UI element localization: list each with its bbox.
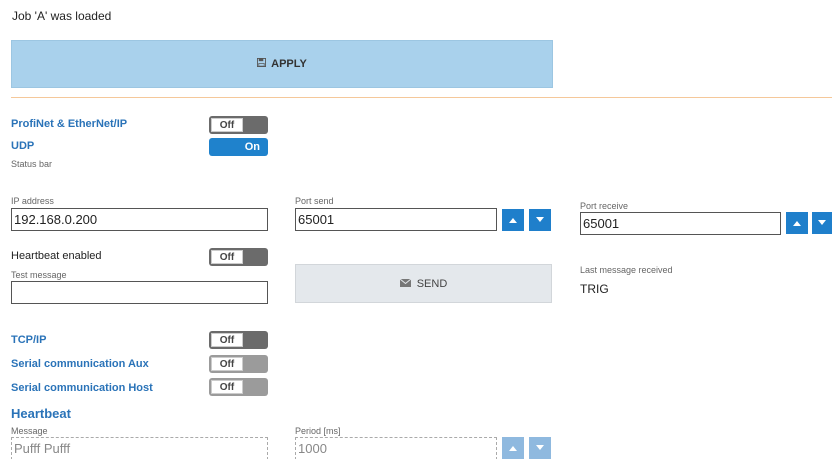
heartbeat-enabled-label: Heartbeat enabled (11, 250, 102, 262)
heartbeat-period-input[interactable] (295, 437, 497, 459)
port-receive-decrement-button[interactable] (812, 212, 832, 234)
heartbeat-enabled-toggle-state: Off (211, 250, 243, 264)
chevron-up-icon (509, 218, 517, 223)
last-message-label: Last message received (580, 265, 673, 275)
ip-address-label: IP address (11, 196, 54, 206)
port-receive-label: Port receive (580, 201, 629, 211)
udp-toggle-state: On (244, 141, 260, 153)
ip-address-input[interactable] (11, 208, 268, 231)
last-message-value: TRIG (580, 282, 609, 296)
chevron-down-icon (818, 220, 826, 225)
port-receive-input[interactable] (580, 212, 781, 235)
period-increment-button[interactable] (502, 437, 524, 459)
tcp-ip-toggle[interactable]: Off (209, 331, 268, 349)
chevron-down-icon (536, 445, 544, 450)
chevron-up-icon (793, 221, 801, 226)
apply-label: APPLY (271, 58, 307, 70)
heartbeat-message-input[interactable] (11, 437, 268, 459)
profinet-toggle-state: Off (211, 118, 243, 132)
profinet-toggle[interactable]: Off (209, 116, 268, 134)
send-label: SEND (416, 277, 448, 290)
profinet-label: ProfiNet & EtherNet/IP (11, 118, 128, 130)
serial-host-label: Serial communication Host (11, 382, 153, 394)
heartbeat-period-label: Period [ms] (295, 426, 341, 436)
udp-toggle[interactable]: On (209, 138, 268, 156)
test-message-label: Test message (11, 270, 67, 280)
heartbeat-heading: Heartbeat (11, 406, 71, 421)
port-send-decrement-button[interactable] (529, 209, 551, 231)
serial-host-toggle-state: Off (211, 380, 243, 394)
apply-button[interactable]: APPLY (11, 40, 553, 88)
period-decrement-button[interactable] (529, 437, 551, 459)
udp-label: UDP (11, 140, 35, 152)
send-button[interactable]: SEND (295, 264, 552, 303)
port-send-input[interactable] (295, 208, 497, 231)
tcp-ip-toggle-state: Off (211, 333, 243, 347)
udp-sublabel: Status bar (11, 159, 53, 169)
serial-aux-label: Serial communication Aux (11, 358, 149, 370)
port-send-increment-button[interactable] (502, 209, 524, 231)
heartbeat-message-label: Message (11, 426, 48, 436)
serial-host-toggle[interactable]: Off (209, 378, 268, 396)
chevron-down-icon (536, 217, 544, 222)
heartbeat-enabled-toggle[interactable]: Off (209, 248, 268, 266)
save-icon (257, 58, 267, 70)
serial-aux-toggle[interactable]: Off (209, 355, 268, 373)
test-message-input[interactable] (11, 281, 268, 304)
section-divider (11, 97, 832, 98)
envelope-icon (399, 278, 412, 290)
port-send-label: Port send (295, 196, 334, 206)
status-message: Job 'A' was loaded (12, 9, 112, 23)
chevron-up-icon (509, 446, 517, 451)
port-receive-increment-button[interactable] (786, 212, 808, 234)
tcp-ip-label: TCP/IP (11, 334, 47, 346)
serial-aux-toggle-state: Off (211, 357, 243, 371)
